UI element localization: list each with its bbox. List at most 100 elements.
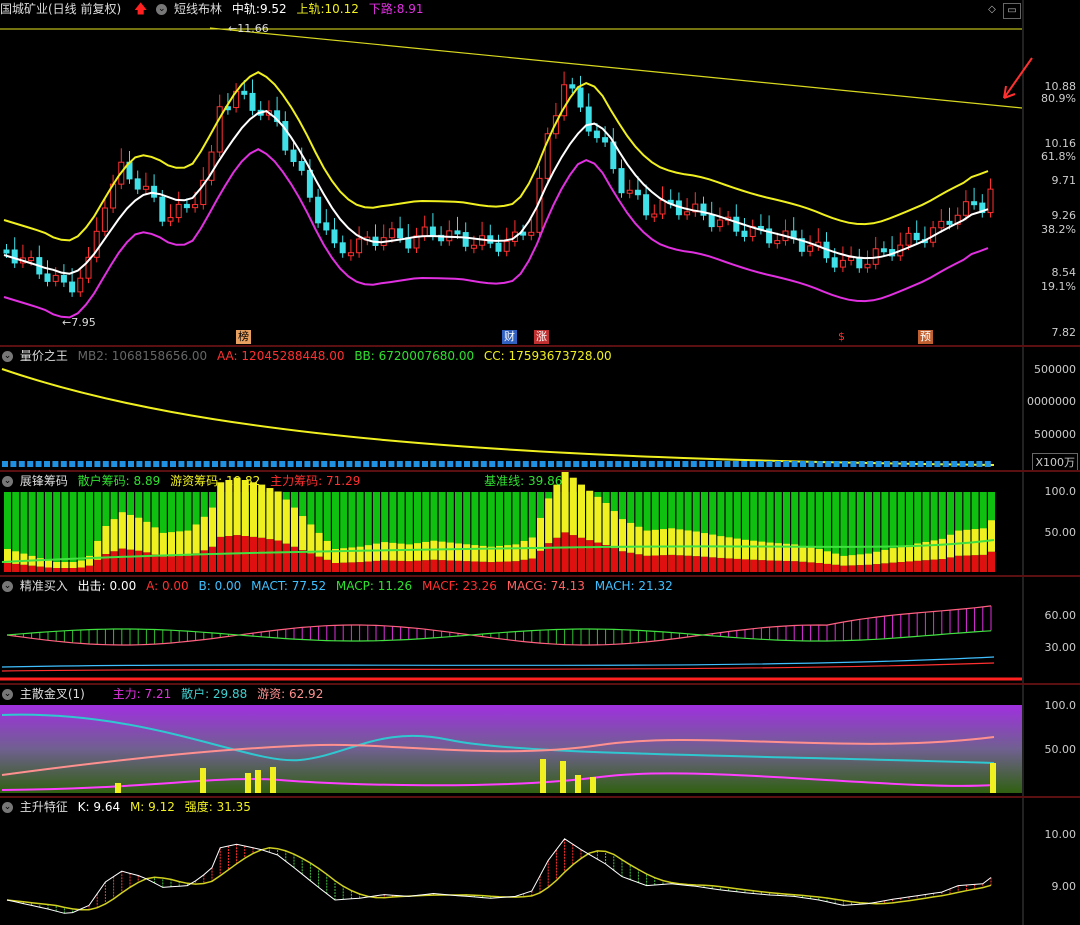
precise-buy-panel[interactable]: ⌄ 精准买入 出击: 0.00 A: 0.00 B: 0.00 MACT: 77… (0, 577, 1080, 683)
main-force-chip-bar (373, 560, 380, 572)
hot-money-chip-bar (537, 517, 544, 551)
main-force-chip-bar (299, 550, 307, 572)
candle-body (864, 263, 871, 269)
rise-axis: 10.00 9.00 (1024, 798, 1080, 925)
chips-panel[interactable]: ⌄ 展锋筹码 散户筹码: 8.89 游资筹码: 19.82 主力筹码: 71.2… (0, 472, 1080, 575)
hot-money-chip-bar (373, 543, 380, 561)
volume-bar (665, 461, 672, 467)
hot-money-chip-bar (192, 524, 200, 554)
volume-panel[interactable]: ⌄ 量价之王 MB2: 1068158656.00 AA: 1204528844… (0, 347, 1080, 470)
volume-bar (640, 461, 647, 467)
event-tag-limit-up[interactable]: 涨 (534, 330, 549, 344)
gold-title: 主散金叉(1) (19, 687, 85, 701)
axis-tick: 61.8% (1041, 150, 1076, 163)
diamond-icon[interactable]: ◇ (984, 3, 1000, 17)
main-force-chip-bar (840, 565, 848, 572)
volume-bar (254, 461, 260, 467)
volume-bar (850, 461, 857, 467)
candlestick-chart[interactable] (0, 0, 1080, 345)
main-force-chip-bar (832, 564, 840, 572)
hot-money-chip-bar (684, 530, 692, 556)
volume-bar (522, 461, 529, 467)
main-force-chip-bar (906, 561, 913, 572)
panel-divider[interactable] (0, 575, 1080, 577)
volume-bar (94, 461, 101, 467)
event-tag-forecast[interactable]: 预 (918, 330, 933, 344)
hot-money-chip-bar (512, 544, 520, 562)
chips-header: ⌄ 展锋筹码 散户筹码: 8.89 游资筹码: 19.82 主力筹码: 71.2… (0, 472, 1022, 490)
panel-divider[interactable] (0, 796, 1080, 798)
hot-money-chip-bar (889, 548, 897, 563)
up-arrow-icon[interactable]: 🡅 (134, 2, 147, 17)
candle-body (905, 232, 912, 246)
hot-money-chip-bar (848, 555, 856, 566)
hot-money-chip-bar (397, 543, 405, 561)
hot-money-chip-bar (414, 543, 421, 561)
candle-body (175, 203, 182, 219)
collapse-icon[interactable]: ⌄ (2, 581, 13, 592)
main-force-chip-bar (159, 556, 167, 572)
gold-cross-panel[interactable]: ⌄ 主散金叉(1) 主力: 7.21 散户: 29.88 游资: 62.92 1… (0, 685, 1080, 796)
axis-tick: 100.0 (1044, 699, 1077, 712)
collapse-icon[interactable]: ⌄ (2, 802, 13, 813)
collapse-icon[interactable]: ⌄ (2, 689, 13, 700)
hot-money-chip-bar (299, 516, 307, 551)
rise-feature-panel[interactable]: ⌄ 主升特征 K: 9.64 M: 9.12 强度: 31.35 10.00 9… (0, 798, 1080, 925)
candle-body (741, 230, 748, 237)
event-tag-finance[interactable]: 财 (502, 330, 517, 344)
panel-divider[interactable] (0, 345, 1080, 347)
volume-bar (128, 461, 134, 467)
candle-body (306, 169, 313, 198)
volume-bar (497, 461, 504, 467)
candle-body (298, 161, 305, 171)
hot-money-chip-bar (824, 551, 831, 564)
axis-tick: 0000000 (1027, 395, 1076, 408)
precise-header: ⌄ 精准买入 出击: 0.00 A: 0.00 B: 0.00 MACT: 77… (0, 577, 1022, 595)
panel-divider[interactable] (0, 683, 1080, 685)
main-force-chip-bar (578, 537, 585, 572)
collapse-icon[interactable]: ⌄ (2, 351, 13, 362)
macg-label: MACG: (506, 579, 551, 593)
main-force-label: 主力筹码: (270, 474, 326, 488)
window-toggle-icon[interactable]: ▭ (1003, 3, 1021, 19)
main-force-chip-bar (307, 553, 315, 572)
signal-bar (590, 777, 596, 793)
volume-bar (153, 461, 160, 467)
volume-bar (86, 461, 92, 467)
volume-bar (228, 461, 235, 467)
volume-bar (632, 461, 638, 467)
volume-bar (455, 461, 462, 467)
main-force-chip-bar (774, 560, 782, 572)
volume-bar (867, 461, 874, 467)
volume-bar (102, 461, 109, 467)
signal-bar (560, 761, 566, 793)
event-tag-bang[interactable]: 榜 (236, 330, 251, 344)
main-force-value: 71.29 (325, 474, 361, 488)
main-force-chip-bar (807, 562, 815, 572)
retail-chip-bar (69, 492, 77, 572)
low-price-marker: ←7.95 (62, 316, 96, 329)
hot-money-chip-bar (651, 529, 659, 556)
collapse-icon[interactable]: ⌄ (2, 476, 13, 487)
hot-money-chip-bar (446, 542, 454, 561)
main-force-chip-bar (635, 554, 643, 572)
hot-money-chip-bar (274, 491, 282, 541)
volume-bar (220, 461, 227, 467)
main-chart-panel[interactable]: 国城矿业(日线 前复权) 🡅 ⌄ 短线布林 中轨:9.52 上轨:10.12 下… (0, 0, 1080, 345)
main-force-chip-bar (955, 555, 963, 572)
volume-bar (396, 461, 403, 467)
panel-divider[interactable] (0, 470, 1080, 472)
volume-bar (984, 461, 991, 467)
hot-money-chip-bar (840, 555, 848, 566)
hot-money-chip-bar (118, 512, 126, 549)
event-tag-dollar[interactable]: $ (836, 330, 847, 344)
collapse-icon[interactable]: ⌄ (156, 4, 168, 15)
main-force-chip-bar (553, 537, 561, 572)
axis-tick: 50.00 (1044, 743, 1077, 756)
axis-tick: 50.00 (1044, 526, 1077, 539)
signal-bar (990, 763, 996, 793)
main-force-chip-bar (947, 557, 954, 572)
hot-money-chip-bar (660, 529, 667, 556)
retail-value: 29.88 (212, 687, 248, 701)
axis-tick: 9.00 (1051, 880, 1077, 893)
